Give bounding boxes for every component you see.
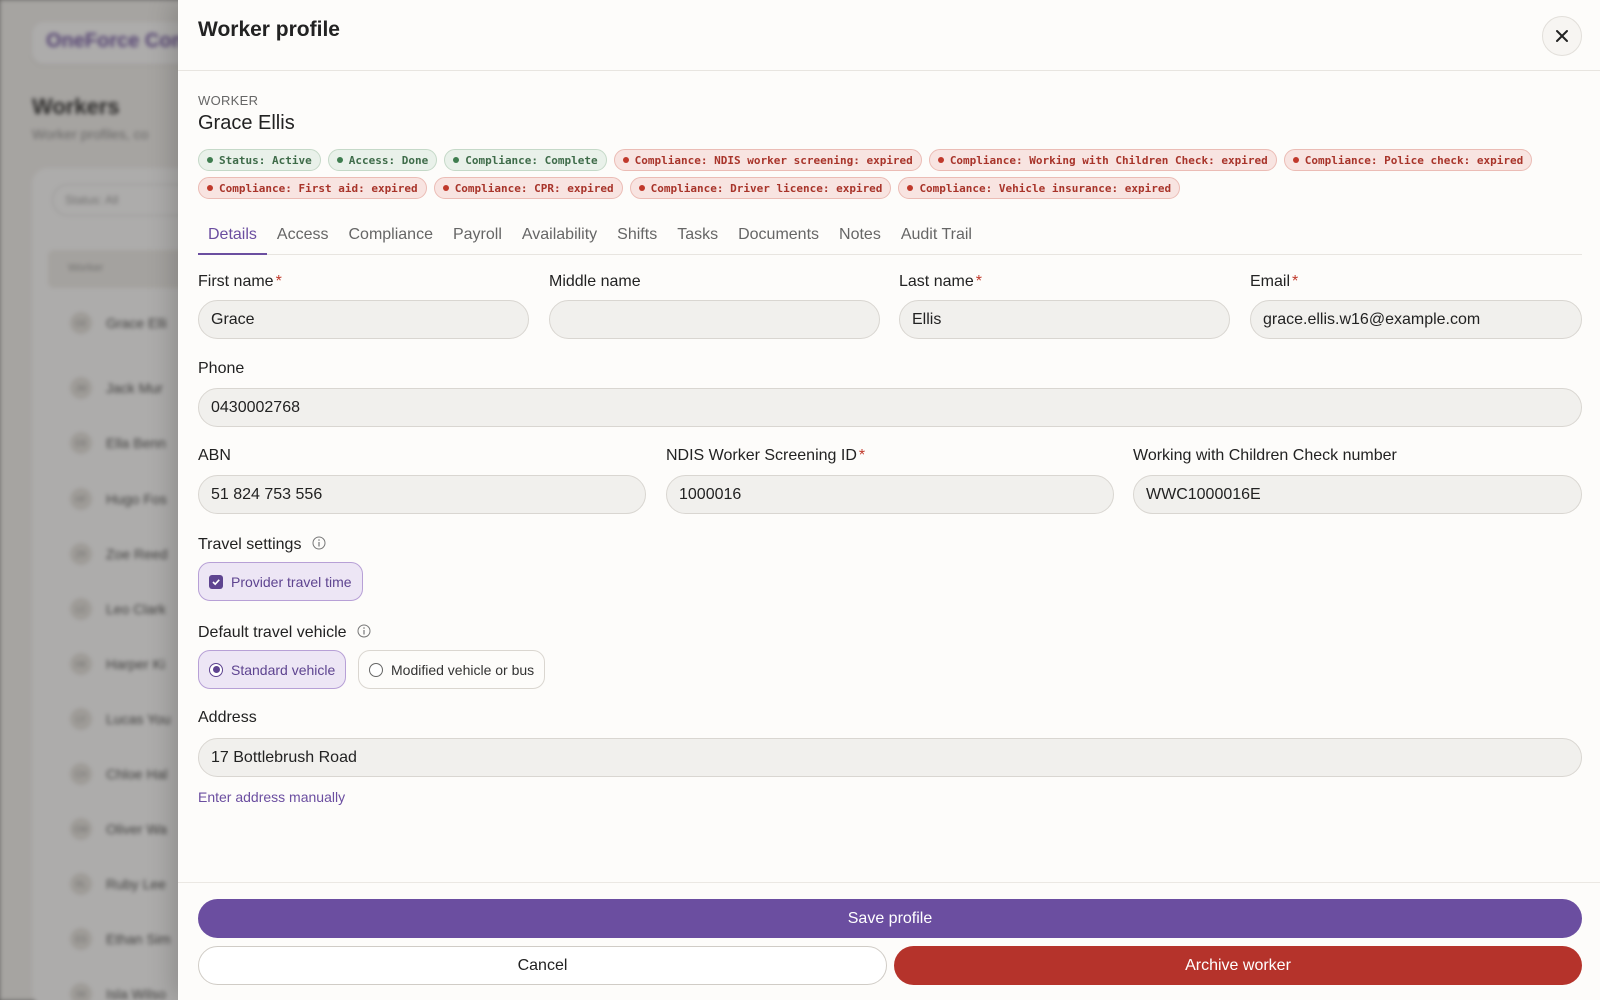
status-badge-label: Compliance: Vehicle insurance: expired: [919, 181, 1172, 195]
status-badge-label: Access: Done: [348, 153, 429, 167]
status-badges: Status: Active Access: Done Compliance: Co…: [198, 149, 1568, 199]
email-field[interactable]: [1250, 300, 1582, 339]
travel-vehicle-label: Default travel vehicle: [198, 624, 371, 642]
status-badge-label: Status: Active: [219, 153, 312, 167]
abn-input[interactable]: [198, 475, 646, 514]
middle-name-label: Middle name: [549, 273, 641, 290]
provider-travel-time-label: Provider travel time: [231, 573, 352, 590]
status-badge: Compliance: CPR: expired: [433, 177, 623, 199]
tab-shifts[interactable]: Shifts: [607, 218, 667, 255]
status-dot-icon: [336, 157, 343, 163]
first-name-input[interactable]: [198, 300, 529, 339]
status-dot-icon: [937, 157, 944, 163]
status-badge: Compliance: Complete: [444, 149, 607, 171]
tab-details[interactable]: Details: [198, 218, 267, 255]
checkbox-checked-icon: [209, 574, 223, 589]
worker-name: Grace Ellis: [198, 112, 295, 134]
panel-header: Worker profile: [178, 0, 1600, 71]
close-button[interactable]: [1542, 16, 1582, 56]
status-badge: Compliance: Driver licence: expired: [629, 177, 892, 199]
phone-label: Phone: [198, 360, 245, 377]
tab-audit-trail[interactable]: Audit Trail: [891, 218, 982, 255]
status-badge-label: Compliance: CPR: expired: [454, 181, 614, 195]
worker-eyebrow: WORKER: [198, 93, 259, 108]
tab-notes[interactable]: Notes: [829, 218, 891, 255]
address-input[interactable]: [198, 738, 1582, 777]
tab-payroll[interactable]: Payroll: [443, 218, 512, 255]
status-badge: Compliance: Vehicle insurance: expired: [898, 177, 1181, 199]
first-name-label: First name *: [198, 273, 282, 290]
status-badge-label: Compliance: Police check: expired: [1304, 153, 1524, 167]
status-dot-icon: [907, 185, 914, 191]
status-dot-icon: [207, 185, 213, 191]
ndis-id-label: NDIS Worker Screening ID *: [666, 447, 866, 464]
status-badge-label: Compliance: NDIS worker screening: expir…: [634, 153, 913, 167]
status-badge: Access: Done: [327, 149, 438, 171]
info-icon[interactable]: [357, 624, 371, 638]
status-dot-icon: [207, 157, 213, 163]
status-badge: Status: Active: [198, 149, 321, 171]
email-label: Email *: [1250, 273, 1299, 290]
cancel-button[interactable]: Cancel: [198, 946, 887, 985]
status-dot-icon: [638, 185, 645, 191]
tab-access[interactable]: Access: [267, 218, 339, 255]
status-badge-label: Compliance: Complete: [465, 153, 598, 167]
panel-title: Worker profile: [198, 18, 340, 41]
status-badge: Compliance: First aid: expired: [198, 177, 427, 199]
tab-documents[interactable]: Documents: [728, 218, 829, 255]
status-dot-icon: [453, 157, 460, 163]
profile-tabs: Details Access Compliance Payroll Availabili…: [198, 218, 1582, 255]
address-label: Address: [198, 709, 257, 726]
middle-name-input[interactable]: [549, 300, 880, 339]
close-icon: [1556, 30, 1568, 42]
status-badge-label: Compliance: Driver licence: expired: [650, 181, 883, 195]
vehicle-option-label: Standard vehicle: [231, 661, 336, 678]
phone-input[interactable]: [198, 388, 1582, 427]
tab-availability[interactable]: Availability: [512, 218, 607, 255]
travel-settings-label: Travel settings: [198, 536, 326, 554]
vehicle-option-modified[interactable]: Modified vehicle or bus: [358, 650, 546, 689]
ndis-id-input[interactable]: [666, 475, 1114, 514]
worker-profile-panel: Worker profile WORKER Grace Ellis Status…: [178, 0, 1600, 1000]
status-badge-label: Compliance: First aid: expired: [219, 181, 418, 195]
info-icon[interactable]: [312, 536, 326, 550]
wwcc-input[interactable]: [1133, 475, 1582, 514]
vehicle-option-standard[interactable]: Standard vehicle: [198, 650, 347, 689]
status-badge: Compliance: Working with Children Check:…: [928, 149, 1277, 171]
provider-travel-time-checkbox[interactable]: Provider travel time: [198, 562, 363, 601]
radio-unselected-icon: [369, 662, 383, 677]
archive-worker-button[interactable]: Archive worker: [894, 946, 1582, 985]
last-name-input[interactable]: [899, 300, 1230, 339]
last-name-label: Last name *: [899, 273, 982, 290]
status-badge: Compliance: NDIS worker screening: expir…: [613, 149, 922, 171]
tab-compliance[interactable]: Compliance: [338, 218, 442, 255]
save-profile-button[interactable]: Save profile: [198, 899, 1582, 938]
status-badge: Compliance: Police check: expired: [1283, 149, 1533, 171]
wwcc-label: Working with Children Check number: [1133, 447, 1397, 464]
status-badge-label: Compliance: Working with Children Check:…: [949, 153, 1268, 167]
abn-label: ABN: [198, 447, 231, 464]
panel-footer: Save profile Cancel Archive worker: [178, 882, 1600, 1000]
tab-tasks[interactable]: Tasks: [667, 218, 728, 255]
status-dot-icon: [1292, 157, 1299, 163]
enter-address-manually-link[interactable]: Enter address manually: [198, 789, 345, 805]
status-dot-icon: [442, 185, 449, 191]
radio-selected-icon: [209, 662, 223, 677]
status-dot-icon: [622, 157, 629, 163]
vehicle-option-label: Modified vehicle or bus: [391, 661, 535, 678]
